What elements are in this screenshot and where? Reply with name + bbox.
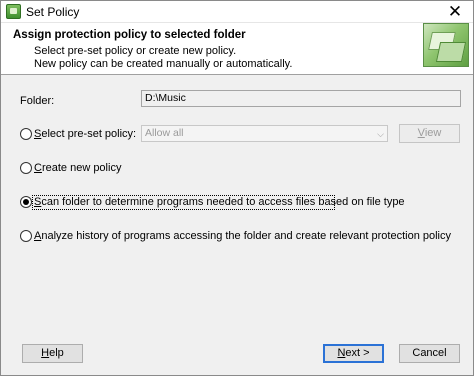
scan-folder-radio[interactable] bbox=[20, 196, 32, 208]
scan-folder-label[interactable]: Scan folder to determine programs needed… bbox=[34, 196, 405, 208]
header-description-2: New policy can be created manually or au… bbox=[34, 58, 293, 70]
preset-policy-combo[interactable]: Allow all ⌵ bbox=[141, 125, 388, 142]
view-button[interactable]: View bbox=[399, 124, 460, 143]
header-title: Assign protection policy to selected fol… bbox=[13, 29, 246, 41]
app-icon bbox=[6, 4, 21, 19]
create-policy-label[interactable]: Create new policy bbox=[34, 162, 121, 174]
preset-policy-label[interactable]: Select pre-set policy: bbox=[34, 128, 136, 140]
folder-label: Folder: bbox=[20, 95, 55, 107]
analyze-history-label[interactable]: Analyze history of programs accessing th… bbox=[34, 230, 451, 242]
create-policy-radio[interactable] bbox=[20, 162, 32, 174]
set-policy-dialog: Set Policy ✕ Assign protection policy to… bbox=[0, 0, 474, 376]
preset-policy-radio[interactable] bbox=[20, 128, 32, 140]
folder-graphic-icon bbox=[423, 23, 469, 67]
close-icon[interactable]: ✕ bbox=[445, 2, 465, 22]
analyze-history-radio[interactable] bbox=[20, 230, 32, 242]
cancel-button[interactable]: Cancel bbox=[399, 344, 460, 363]
window-title: Set Policy bbox=[26, 5, 80, 19]
preset-policy-value: Allow all bbox=[145, 127, 184, 139]
chevron-down-icon: ⌵ bbox=[377, 129, 384, 139]
title-bar: Set Policy ✕ bbox=[1, 1, 473, 23]
header-description-1: Select pre-set policy or create new poli… bbox=[34, 45, 237, 57]
folder-path-field[interactable]: D:\Music bbox=[141, 90, 461, 107]
next-button[interactable]: Next > bbox=[323, 344, 384, 363]
help-button[interactable]: Help bbox=[22, 344, 83, 363]
wizard-header: Assign protection policy to selected fol… bbox=[1, 23, 473, 75]
